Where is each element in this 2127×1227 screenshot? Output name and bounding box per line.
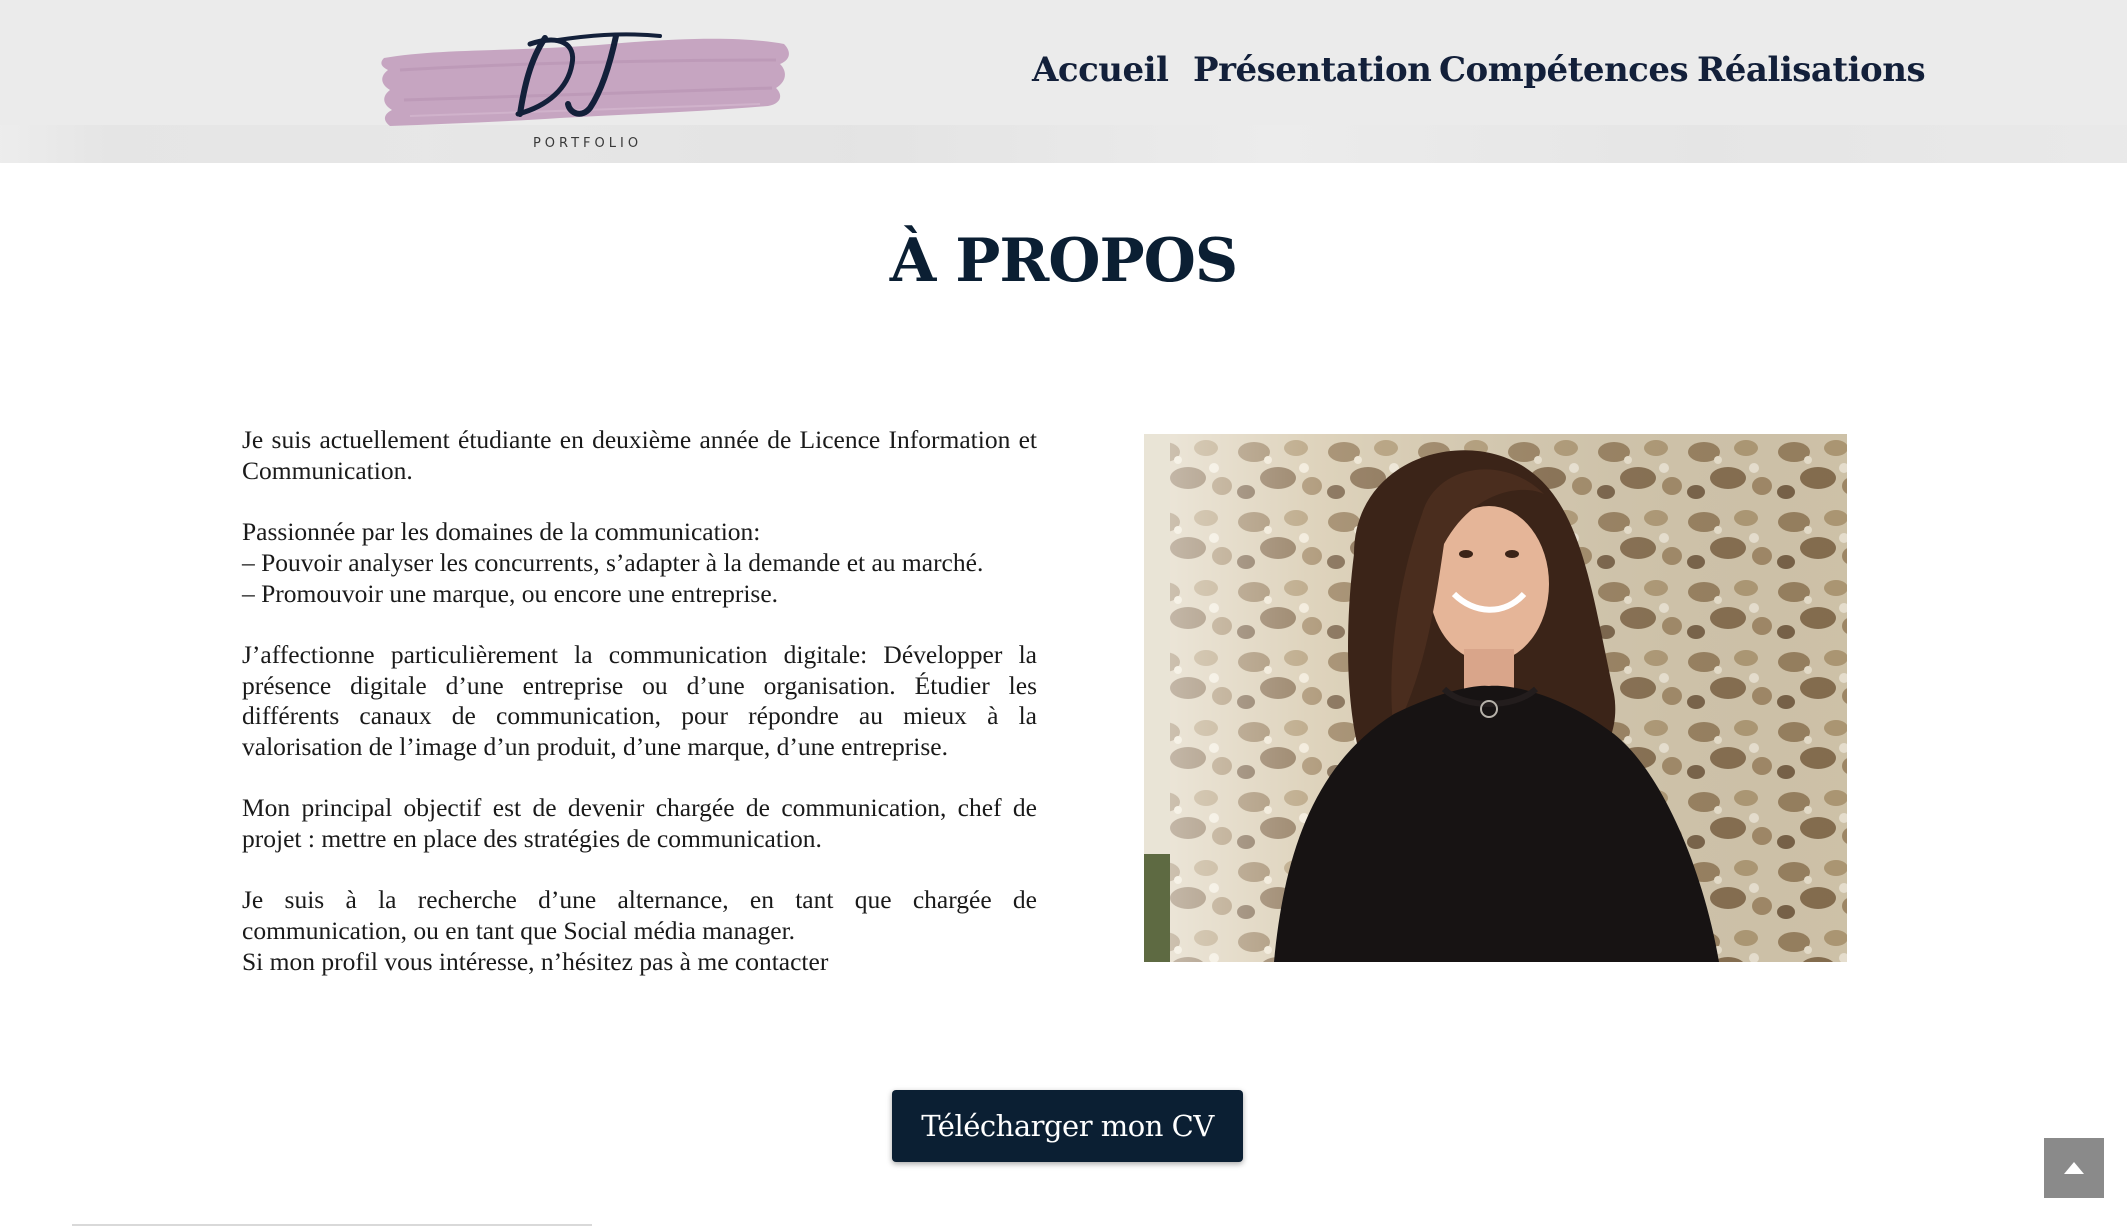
about-paragraph-digital: J’affectionne particulièrement la commun…: [242, 640, 1037, 763]
about-text: Je suis actuellement étudiante en deuxiè…: [242, 425, 1037, 978]
about-paragraph-objective: Mon principal objectif est de devenir ch…: [242, 793, 1037, 854]
paragraph-line: – Pouvoir analyser les concurrents, s’ad…: [242, 547, 984, 577]
logo-initials-script: [515, 32, 662, 117]
download-cv-button[interactable]: Télécharger mon CV: [892, 1090, 1243, 1162]
paragraph-text: Je suis à la recherche d’une alternance,…: [242, 885, 1037, 946]
nav-item-realisations[interactable]: Réalisations: [1697, 50, 1926, 90]
paragraph-text: Je suis actuellement étudiante en deuxiè…: [242, 425, 1037, 485]
footer-divider: [72, 1224, 592, 1226]
chevron-up-icon: [2064, 1162, 2084, 1174]
paragraph-text: Mon principal objectif est de devenir ch…: [242, 793, 1037, 854]
paragraph-line: Si mon profil vous intéresse, n’hésitez …: [242, 946, 829, 976]
paragraph-text: J’affectionne particulièrement la commun…: [242, 639, 1037, 761]
page-title: À PROPOS: [889, 226, 1238, 296]
portrait-illustration: [1144, 434, 1847, 962]
nav-item-accueil[interactable]: Accueil: [1032, 50, 1169, 90]
about-paragraph-contact: Je suis à la recherche d’une alternance,…: [242, 885, 1037, 977]
paragraph-line: – Promouvoir une marque, ou encore une e…: [242, 578, 779, 608]
scroll-to-top-button[interactable]: [2044, 1138, 2104, 1198]
nav-item-competences[interactable]: Compétences: [1439, 50, 1689, 90]
header-background-strip: [0, 125, 2127, 163]
about-paragraph-studies: Je suis actuellement étudiante en deuxiè…: [242, 425, 1037, 486]
nav-item-presentation[interactable]: Présentation: [1193, 50, 1432, 90]
site-header: DJ PORTFOLIO Accueil Présentation Compét…: [0, 0, 2127, 163]
paragraph-line: Passionnée par les domaines de la commun…: [242, 517, 761, 547]
profile-photo: [1144, 434, 1847, 962]
site-logo[interactable]: DJ PORTFOLIO: [380, 30, 800, 155]
logo-subtitle: PORTFOLIO: [532, 136, 643, 151]
about-paragraph-passions: Passionnée par les domaines de la commun…: [242, 517, 1037, 609]
